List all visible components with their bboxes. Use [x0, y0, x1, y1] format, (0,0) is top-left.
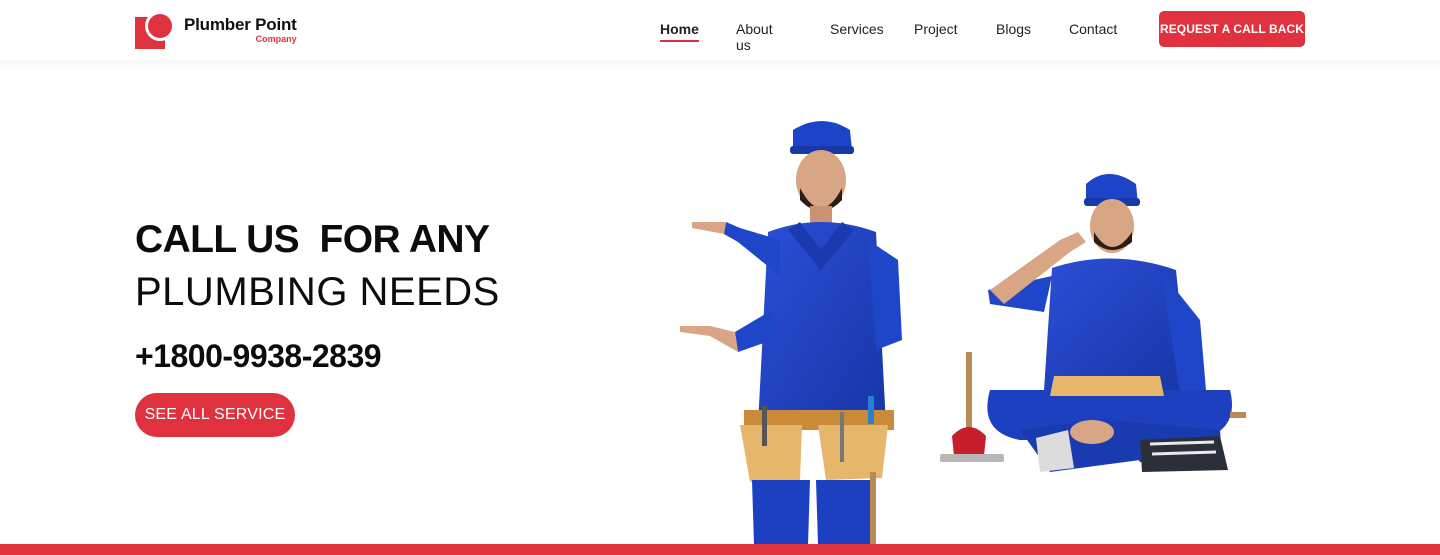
nav-item-label: Home — [660, 21, 699, 37]
nav-item-blogs[interactable]: Blogs — [996, 21, 1031, 37]
site-header: Plumber Point Company Home About us Serv… — [0, 0, 1440, 60]
sitting-plumber-figure — [987, 174, 1246, 472]
brand-tagline: Company — [255, 34, 297, 44]
brand-name: Plumber Point — [184, 15, 297, 34]
nav-item-about[interactable]: About us — [736, 21, 773, 53]
hero-headline-line1: CALL US FOR ANY — [135, 218, 490, 261]
active-nav-indicator — [660, 40, 699, 42]
see-all-service-button[interactable]: SEE ALL SERVICE — [135, 393, 295, 437]
logo[interactable]: Plumber Point Company — [135, 11, 297, 49]
footer-accent-bar — [0, 544, 1440, 555]
standing-plumber-figure — [680, 121, 902, 545]
nav-item-services[interactable]: Services — [830, 21, 884, 37]
hero-headline-line2: PLUMBING NEEDS — [135, 270, 500, 314]
hero-plumbers-image — [640, 100, 1260, 545]
hero-phone-number[interactable]: +1800-9938-2839 — [135, 338, 382, 375]
logo-icon — [135, 11, 175, 49]
nav-item-project[interactable]: Project — [914, 21, 958, 37]
logo-text: Plumber Point Company — [184, 16, 297, 44]
nav-item-home[interactable]: Home — [660, 21, 699, 42]
nav-item-contact[interactable]: Contact — [1069, 21, 1117, 37]
request-call-back-button[interactable]: REQUEST A CALL BACK — [1159, 11, 1305, 47]
